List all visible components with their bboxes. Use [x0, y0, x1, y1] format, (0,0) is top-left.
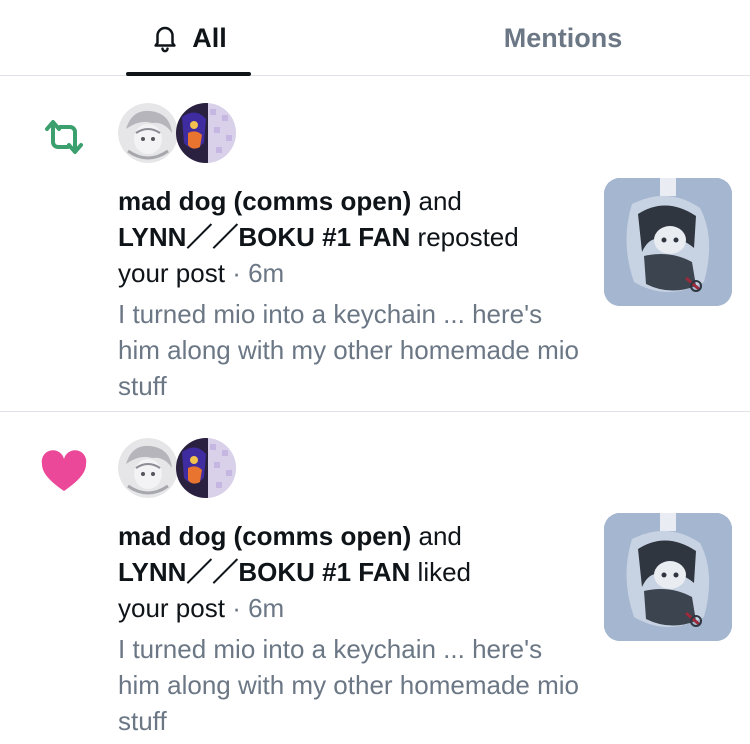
connector-text: and: [418, 521, 462, 551]
post-preview[interactable]: I turned mio into a keychain ... here's …: [118, 631, 588, 739]
action-text: reposted: [417, 222, 519, 252]
timestamp: 6m: [248, 593, 285, 623]
connector-text: and: [418, 186, 462, 216]
avatar[interactable]: [176, 103, 236, 163]
notification-text: mad dog (comms open) and LYNN／／BOKU #1 F…: [118, 518, 588, 626]
separator: ·: [232, 593, 241, 623]
separator: ·: [232, 258, 241, 288]
tab-mentions[interactable]: Mentions: [480, 0, 646, 76]
timestamp: 6m: [248, 258, 285, 288]
object-text: your post: [118, 258, 225, 288]
user-name[interactable]: LYNN／／BOKU #1 FAN: [118, 557, 410, 587]
avatar[interactable]: [118, 438, 178, 498]
user-name[interactable]: mad dog (comms open): [118, 521, 411, 551]
repost-icon: [45, 120, 83, 154]
user-name[interactable]: LYNN／／BOKU #1 FAN: [118, 222, 410, 252]
object-text: your post: [118, 593, 225, 623]
post-preview[interactable]: I turned mio into a keychain ... here's …: [118, 296, 588, 404]
notification-item[interactable]: mad dog (comms open) and LYNN／／BOKU #1 F…: [0, 77, 750, 412]
notifications-tabs: All Mentions: [0, 0, 750, 76]
heart-icon: [41, 450, 87, 491]
tab-all[interactable]: All: [126, 0, 251, 76]
tab-mentions-label: Mentions: [503, 22, 623, 53]
user-name[interactable]: mad dog (comms open): [118, 186, 411, 216]
active-tab-indicator: [126, 72, 251, 76]
post-thumbnail[interactable]: [604, 513, 732, 641]
notification-item[interactable]: mad dog (comms open) and LYNN／／BOKU #1 F…: [0, 412, 750, 744]
bell-icon: [154, 26, 176, 53]
post-thumbnail[interactable]: [604, 178, 732, 306]
tab-all-label: All: [192, 22, 227, 53]
action-text: liked: [417, 557, 472, 587]
avatar[interactable]: [176, 438, 236, 498]
avatar[interactable]: [118, 103, 178, 163]
notification-text: mad dog (comms open) and LYNN／／BOKU #1 F…: [118, 183, 588, 291]
